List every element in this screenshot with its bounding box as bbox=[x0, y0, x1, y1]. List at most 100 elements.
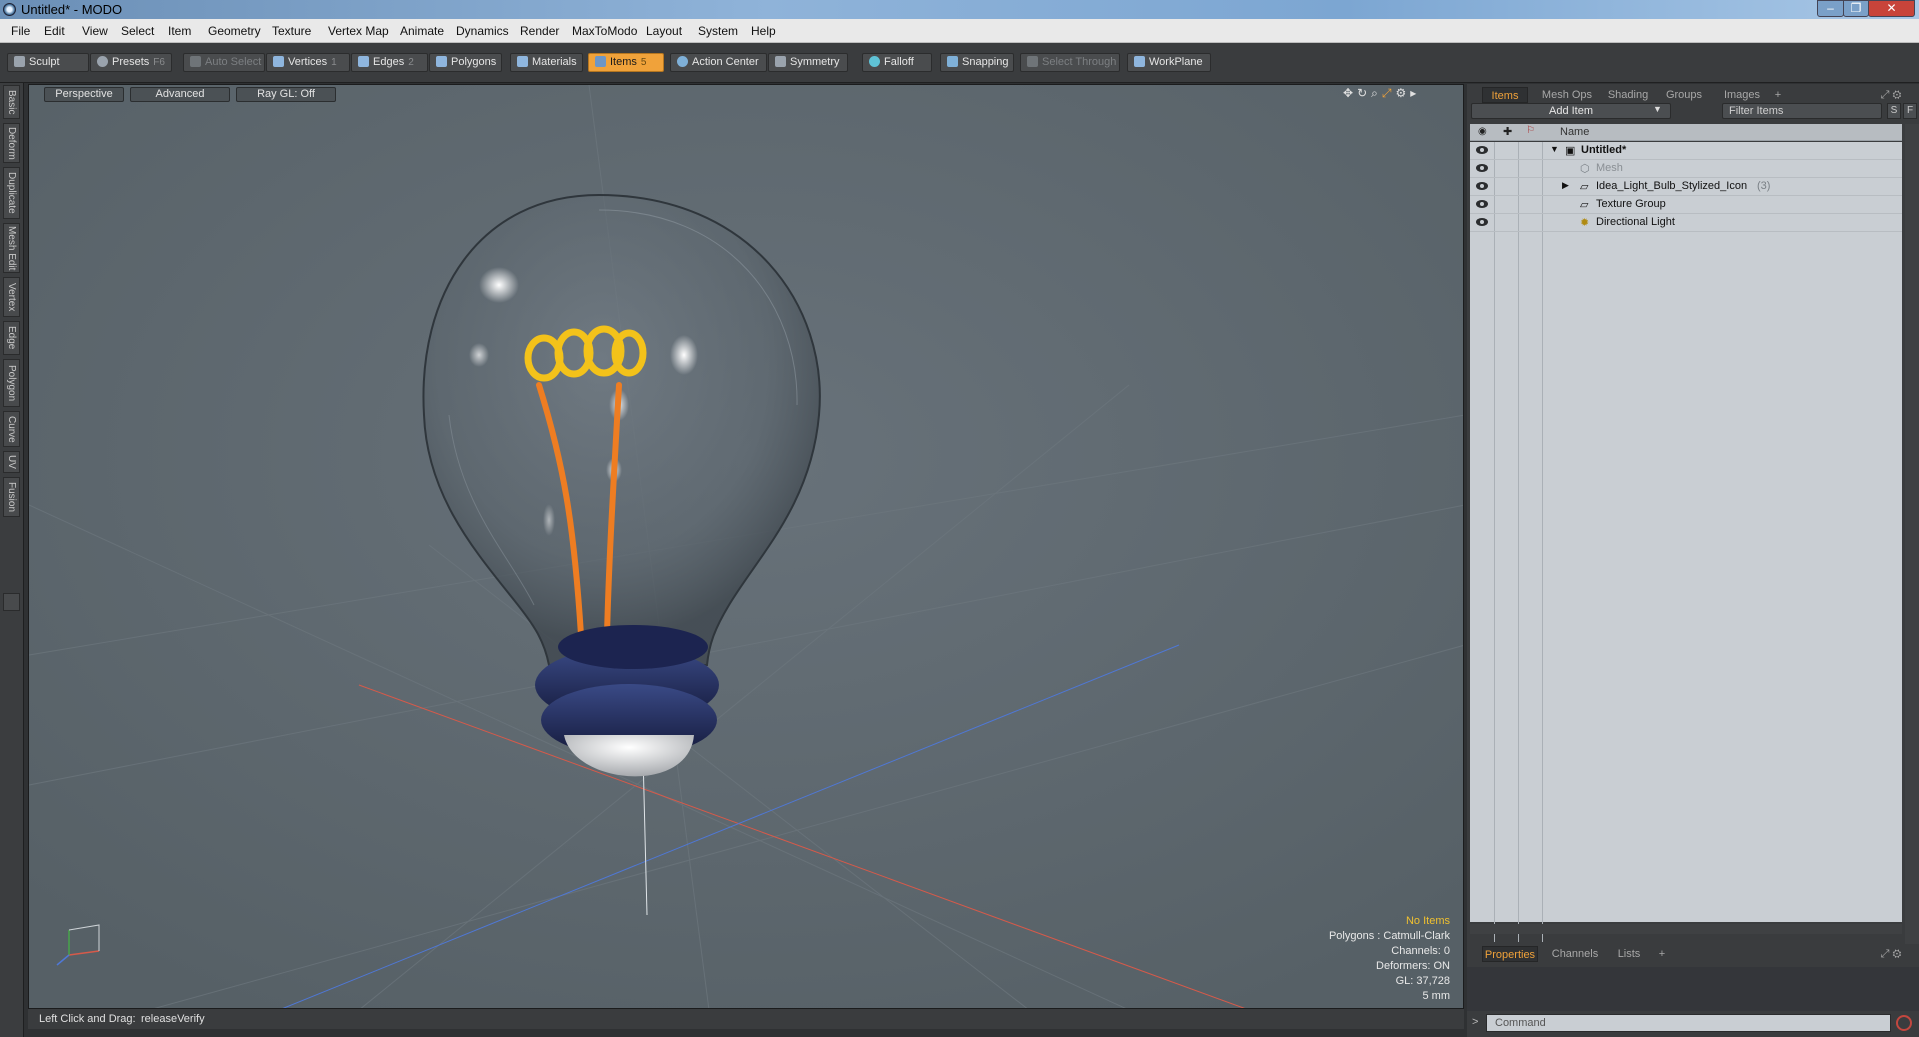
tab-uv[interactable]: UV bbox=[3, 451, 20, 473]
menu-help[interactable]: Help bbox=[751, 24, 776, 38]
tab-mesh-ops[interactable]: Mesh Ops bbox=[1537, 87, 1597, 103]
tab-polygon[interactable]: Polygon bbox=[3, 359, 20, 407]
collapse-arrow-icon[interactable]: ▼ bbox=[1550, 144, 1559, 154]
hud-deformers: Deformers: ON bbox=[1376, 960, 1450, 972]
action-center-button[interactable]: Action Center bbox=[670, 53, 767, 72]
close-window-button[interactable]: ✕ bbox=[1868, 0, 1915, 17]
maximize-button[interactable]: ❐ bbox=[1843, 0, 1869, 17]
menu-edit[interactable]: Edit bbox=[44, 24, 65, 38]
tab-fusion[interactable]: Fusion bbox=[3, 477, 20, 517]
eye-icon[interactable] bbox=[1476, 218, 1488, 226]
filter-f-button[interactable]: F bbox=[1903, 103, 1917, 119]
polygons-button[interactable]: Polygons bbox=[429, 53, 502, 72]
list-item-mesh[interactable]: ⬡ Mesh bbox=[1470, 160, 1902, 178]
tab-curve[interactable]: Curve bbox=[3, 411, 20, 447]
snapping-button[interactable]: Snapping bbox=[940, 53, 1014, 72]
eye-icon[interactable] bbox=[1476, 164, 1488, 172]
workplane-button[interactable]: WorkPlane bbox=[1127, 53, 1211, 72]
materials-button[interactable]: Materials bbox=[510, 53, 583, 72]
falloff-button[interactable]: Falloff bbox=[862, 53, 932, 72]
item-list-hscrollbar[interactable] bbox=[1470, 924, 1902, 934]
name-column-header[interactable]: Name bbox=[1560, 126, 1589, 138]
light-icon: ✹ bbox=[1580, 217, 1590, 229]
lock-column-icon[interactable]: ✚ bbox=[1503, 125, 1512, 138]
add-item-dropdown[interactable]: Add Item bbox=[1471, 103, 1671, 119]
minimize-button[interactable]: – bbox=[1817, 0, 1844, 17]
3d-viewport[interactable] bbox=[28, 84, 1464, 1009]
presets-button[interactable]: Presets F6 bbox=[90, 53, 172, 72]
menu-item[interactable]: Item bbox=[168, 24, 191, 38]
edges-button[interactable]: Edges 2 bbox=[351, 53, 428, 72]
menu-view[interactable]: View bbox=[82, 24, 108, 38]
list-item-directional-light[interactable]: ✹ Directional Light bbox=[1470, 214, 1902, 232]
fit-view-icon[interactable]: ⤢ bbox=[1382, 86, 1396, 100]
tab-properties[interactable]: Properties bbox=[1482, 946, 1538, 962]
menu-texture[interactable]: Texture bbox=[272, 24, 311, 38]
view-mode-dropdown[interactable]: Perspective bbox=[44, 87, 124, 102]
menu-layout[interactable]: Layout bbox=[646, 24, 682, 38]
sculpt-button[interactable]: Sculpt bbox=[7, 53, 89, 72]
add-tab-icon[interactable]: + bbox=[1771, 87, 1785, 103]
list-item-scene[interactable]: ▼ ▣ Untitled* bbox=[1470, 142, 1902, 160]
sidebar-extra-button[interactable] bbox=[3, 593, 20, 611]
tab-edge[interactable]: Edge bbox=[3, 321, 20, 355]
command-input[interactable]: Command bbox=[1486, 1014, 1891, 1032]
tab-basic[interactable]: Basic bbox=[3, 85, 20, 119]
tab-channels[interactable]: Channels bbox=[1547, 946, 1603, 962]
menu-geometry[interactable]: Geometry bbox=[208, 24, 261, 38]
vertices-button[interactable]: Vertices 1 bbox=[266, 53, 350, 72]
falloff-icon bbox=[869, 56, 880, 67]
select-through-icon bbox=[1027, 56, 1038, 67]
tab-items[interactable]: Items bbox=[1482, 87, 1528, 103]
tab-lists[interactable]: Lists bbox=[1609, 946, 1649, 962]
item-list-scrollbar[interactable] bbox=[1905, 124, 1919, 944]
tab-vertex[interactable]: Vertex bbox=[3, 277, 20, 317]
menu-animate[interactable]: Animate bbox=[400, 24, 444, 38]
menu-render[interactable]: Render bbox=[520, 24, 559, 38]
list-item-texture-group[interactable]: ▱ Texture Group bbox=[1470, 196, 1902, 214]
menu-system[interactable]: System bbox=[698, 24, 738, 38]
auto-select-button[interactable]: Auto Select bbox=[183, 53, 265, 72]
filter-s-button[interactable]: S bbox=[1887, 103, 1901, 119]
panel-options-icons[interactable]: ⤢ ⚙ bbox=[1876, 87, 1906, 103]
tab-deform[interactable]: Deform bbox=[3, 123, 20, 163]
properties-tabs: Properties Channels Lists + ⤢ ⚙ bbox=[1467, 943, 1919, 965]
hud-polygons: Polygons : Catmull-Clark bbox=[1328, 930, 1450, 942]
tab-duplicate[interactable]: Duplicate bbox=[3, 167, 20, 219]
expand-arrow-icon[interactable]: ▶ bbox=[1562, 180, 1569, 191]
menu-maxtomodo[interactable]: MaxToModo bbox=[572, 24, 637, 38]
raygl-toggle[interactable]: Ray GL: Off bbox=[236, 87, 336, 102]
list-item-light-bulb-group[interactable]: ▶ ▱ Idea_Light_Bulb_Stylized_Icon (3) bbox=[1470, 178, 1902, 196]
gear-icon[interactable]: ⚙ bbox=[1395, 86, 1410, 100]
tab-images[interactable]: Images bbox=[1717, 87, 1767, 103]
edge-icon bbox=[358, 56, 369, 67]
add-tab-icon[interactable]: + bbox=[1655, 946, 1669, 962]
select-through-button[interactable]: Select Through bbox=[1020, 53, 1120, 72]
viewport-scene bbox=[29, 85, 1463, 1008]
menu-select[interactable]: Select bbox=[121, 24, 154, 38]
filter-items-input[interactable]: Filter Items bbox=[1722, 103, 1882, 119]
tab-shading[interactable]: Shading bbox=[1603, 87, 1653, 103]
move-view-icon[interactable]: ✥ bbox=[1343, 86, 1357, 100]
eye-icon[interactable] bbox=[1476, 182, 1488, 190]
play-arrow-icon[interactable]: ▸ bbox=[1410, 86, 1420, 100]
eye-icon[interactable] bbox=[1476, 200, 1488, 208]
panel-options-icons[interactable]: ⤢ ⚙ bbox=[1876, 946, 1906, 962]
menu-vertex-map[interactable]: Vertex Map bbox=[328, 24, 389, 38]
menu-dynamics[interactable]: Dynamics bbox=[456, 24, 509, 38]
scene-icon: ▣ bbox=[1565, 145, 1576, 157]
rotate-view-icon[interactable]: ↻ bbox=[1357, 86, 1371, 100]
tab-groups[interactable]: Groups bbox=[1659, 87, 1709, 103]
shading-dropdown[interactable]: Advanced bbox=[130, 87, 230, 102]
visibility-column-icon[interactable]: ◉ bbox=[1478, 126, 1487, 137]
eye-icon[interactable] bbox=[1476, 146, 1488, 154]
items-button[interactable]: Items 5 bbox=[588, 53, 664, 72]
workplane-icon bbox=[1134, 56, 1145, 67]
tab-mesh-edit[interactable]: Mesh Edit bbox=[3, 223, 20, 273]
zoom-view-icon[interactable]: ⌕ bbox=[1371, 86, 1382, 100]
menu-file[interactable]: File bbox=[11, 24, 30, 38]
symmetry-button[interactable]: Symmetry bbox=[768, 53, 848, 72]
record-icon[interactable] bbox=[1896, 1015, 1912, 1031]
render-column-icon[interactable]: ⚐ bbox=[1526, 125, 1535, 136]
viewport-hud: No Items Polygons : Catmull-Clark Channe… bbox=[1160, 915, 1450, 1007]
